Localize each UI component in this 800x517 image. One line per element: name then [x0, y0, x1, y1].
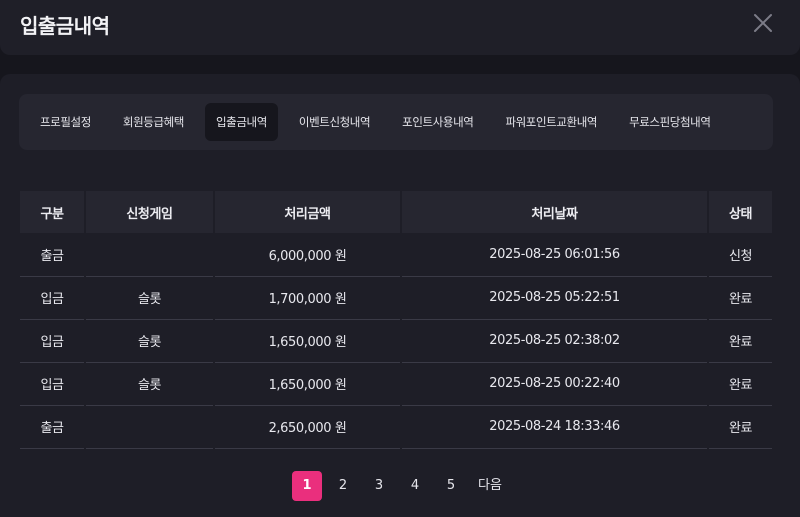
tab-deposit-withdrawal-history[interactable]: 입출금내역 — [205, 103, 278, 141]
table-row: 입금 슬롯 1,650,000 원 2025-08-25 00:22:40 완료 — [20, 362, 772, 406]
cell-game — [85, 405, 215, 449]
tab-free-spin-win-history[interactable]: 무료스핀당첨내역 — [618, 103, 721, 141]
content-panel: 프로필설정 회원등급혜택 입출금내역 이벤트신청내역 포인트사용내역 파워포인트… — [0, 74, 800, 517]
cell-status: 완료 — [708, 319, 772, 363]
cell-game — [85, 233, 215, 277]
cell-type: 입금 — [20, 276, 86, 320]
tab-member-benefits[interactable]: 회원등급혜택 — [112, 103, 195, 141]
cell-type: 입금 — [20, 362, 86, 406]
cell-status: 완료 — [708, 405, 772, 449]
column-header-game: 신청게임 — [85, 191, 215, 233]
tab-point-usage-history[interactable]: 포인트사용내역 — [391, 103, 484, 141]
column-header-amount: 처리금액 — [214, 191, 402, 233]
table-row: 출금 2,650,000 원 2025-08-24 18:33:46 완료 — [20, 405, 772, 449]
cell-game: 슬롯 — [85, 319, 215, 363]
table-row: 입금 슬롯 1,650,000 원 2025-08-25 02:38:02 완료 — [20, 319, 772, 363]
tab-event-application-history[interactable]: 이벤트신청내역 — [288, 103, 381, 141]
cell-status: 신청 — [708, 233, 772, 277]
page-1-button[interactable]: 1 — [292, 471, 323, 501]
cell-date: 2025-08-25 06:01:56 — [401, 233, 709, 277]
tab-profile-settings[interactable]: 프로필설정 — [29, 103, 102, 141]
cell-status: 완료 — [708, 362, 772, 406]
cell-amount: 1,650,000 원 — [214, 319, 402, 363]
page-title: 입출금내역 — [20, 14, 110, 38]
close-icon[interactable] — [752, 12, 774, 34]
page-3-button[interactable]: 3 — [364, 471, 394, 501]
tab-bar: 프로필설정 회원등급혜택 입출금내역 이벤트신청내역 포인트사용내역 파워포인트… — [19, 94, 773, 150]
cell-game: 슬롯 — [85, 276, 215, 320]
cell-type: 출금 — [20, 405, 86, 449]
modal-header: 입출금내역 — [0, 0, 800, 55]
cell-type: 입금 — [20, 319, 86, 363]
pagination: 1 2 3 4 5 다음 — [0, 470, 800, 502]
history-table-wrapper: 구분 신청게임 처리금액 처리날짜 상태 출금 6,000,000 원 2025… — [20, 191, 772, 449]
page-4-button[interactable]: 4 — [400, 471, 430, 501]
cell-type: 출금 — [20, 233, 86, 277]
cell-game: 슬롯 — [85, 362, 215, 406]
page-2-button[interactable]: 2 — [328, 471, 358, 501]
cell-amount: 1,650,000 원 — [214, 362, 402, 406]
column-header-status: 상태 — [708, 191, 772, 233]
cell-amount: 2,650,000 원 — [214, 405, 402, 449]
page-5-button[interactable]: 5 — [436, 471, 466, 501]
history-table: 구분 신청게임 처리금액 처리날짜 상태 출금 6,000,000 원 2025… — [20, 191, 772, 449]
table-header-row: 구분 신청게임 처리금액 처리날짜 상태 — [20, 191, 772, 233]
next-page-button[interactable]: 다음 — [472, 471, 508, 501]
cell-date: 2025-08-25 05:22:51 — [401, 276, 709, 320]
cell-date: 2025-08-25 00:22:40 — [401, 362, 709, 406]
cell-amount: 6,000,000 원 — [214, 233, 402, 277]
tab-power-point-exchange-history[interactable]: 파워포인트교환내역 — [494, 103, 608, 141]
column-header-type: 구분 — [20, 191, 86, 233]
close-button[interactable] — [752, 12, 774, 34]
table-row: 출금 6,000,000 원 2025-08-25 06:01:56 신청 — [20, 233, 772, 277]
column-header-date: 처리날짜 — [401, 191, 709, 233]
cell-date: 2025-08-24 18:33:46 — [401, 405, 709, 449]
cell-status: 완료 — [708, 276, 772, 320]
cell-amount: 1,700,000 원 — [214, 276, 402, 320]
cell-date: 2025-08-25 02:38:02 — [401, 319, 709, 363]
table-row: 입금 슬롯 1,700,000 원 2025-08-25 05:22:51 완료 — [20, 276, 772, 320]
